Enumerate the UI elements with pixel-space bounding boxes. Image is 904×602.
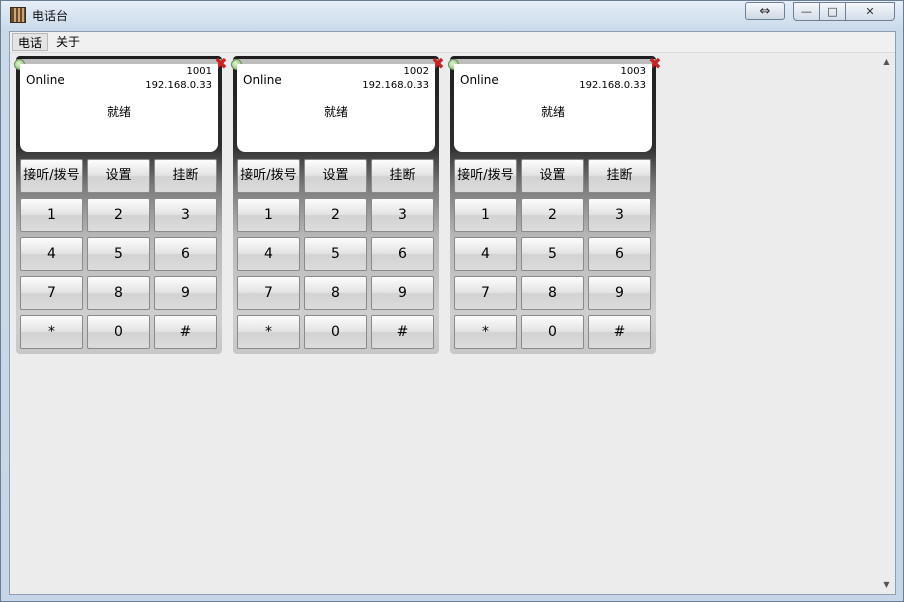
settings-button[interactable]: 设置 — [87, 159, 150, 193]
call-status: 就绪 — [323, 105, 348, 119]
keypad-key[interactable]: 2 — [521, 198, 584, 232]
client-area: 电话 关于 ▲ ▼ ✖ Online 1001 192.168.0.33 就绪 接听/拨号… — [9, 31, 896, 595]
maximize-button[interactable]: □ — [820, 2, 846, 21]
app-window: 电话台 ⇔ — □ ✕ 电话 关于 ▲ ▼ ✖ Online 1001 192.168… — [0, 0, 904, 602]
keypad-key[interactable]: 9 — [588, 276, 651, 310]
snap-restore-button[interactable]: ⇔ — [745, 2, 785, 20]
call-status: 就绪 — [106, 105, 131, 119]
answer-dial-button[interactable]: 接听/拨号 — [454, 159, 517, 193]
server-ip: 192.168.0.33 — [579, 80, 646, 91]
extension-number: 1003 — [620, 66, 646, 77]
keypad-key[interactable]: 9 — [154, 276, 217, 310]
keypad-key[interactable]: 4 — [454, 237, 517, 271]
keypad-key[interactable]: 7 — [237, 276, 300, 310]
caption-buttons: — □ ✕ — [793, 2, 897, 22]
title-bar: 电话台 ⇔ — □ ✕ — [1, 1, 903, 29]
keypad-key[interactable]: # — [154, 315, 217, 349]
phone-panel: ✖ Online 1001 192.168.0.33 就绪 接听/拨号 设置 挂断 1 2 3 4 5 6… — [14, 56, 228, 354]
phone-screen: Online 1001 192.168.0.33 就绪 — [20, 64, 218, 152]
keypad-key[interactable]: * — [20, 315, 83, 349]
hangup-button[interactable]: 挂断 — [371, 159, 434, 193]
phone-screen: Online 1002 192.168.0.33 就绪 — [237, 64, 435, 152]
keypad-key[interactable]: 4 — [237, 237, 300, 271]
keypad-key[interactable]: # — [371, 315, 434, 349]
keypad-key[interactable]: 7 — [20, 276, 83, 310]
scroll-up-icon[interactable]: ▲ — [878, 55, 895, 69]
settings-button[interactable]: 设置 — [521, 159, 584, 193]
menu-about[interactable]: 关于 — [51, 33, 85, 51]
keypad-key[interactable]: # — [588, 315, 651, 349]
call-status: 就绪 — [540, 105, 565, 119]
keypad-key[interactable]: 1 — [20, 198, 83, 232]
keypad-key[interactable]: 0 — [87, 315, 150, 349]
settings-button[interactable]: 设置 — [304, 159, 367, 193]
vertical-scrollbar[interactable]: ▲ ▼ — [878, 53, 895, 594]
menu-bar: 电话 关于 — [10, 32, 895, 53]
extension-number: 1001 — [186, 66, 212, 77]
keypad-key[interactable]: * — [237, 315, 300, 349]
registration-state: Online — [243, 73, 282, 87]
keypad-key[interactable]: * — [454, 315, 517, 349]
phone-app-icon — [10, 7, 26, 23]
phone-panel: ✖ Online 1003 192.168.0.33 就绪 接听/拨号 设置 挂断 1 2 3 4 5 6… — [448, 56, 662, 354]
keypad-key[interactable]: 6 — [588, 237, 651, 271]
keypad-key[interactable]: 5 — [87, 237, 150, 271]
server-ip: 192.168.0.33 — [362, 80, 429, 91]
keypad-key[interactable]: 7 — [454, 276, 517, 310]
keypad-key[interactable]: 6 — [371, 237, 434, 271]
keypad-key[interactable]: 8 — [521, 276, 584, 310]
keypad-key[interactable]: 5 — [304, 237, 367, 271]
menu-phone[interactable]: 电话 — [12, 33, 49, 51]
window-title: 电话台 — [32, 9, 69, 23]
minimize-button[interactable]: — — [793, 2, 820, 21]
registration-state: Online — [460, 73, 499, 87]
keypad-key[interactable]: 1 — [237, 198, 300, 232]
extension-number: 1002 — [403, 66, 429, 77]
scroll-down-icon[interactable]: ▼ — [878, 578, 895, 592]
registration-state: Online — [26, 73, 65, 87]
keypad-key[interactable]: 1 — [454, 198, 517, 232]
server-ip: 192.168.0.33 — [145, 80, 212, 91]
keypad-key[interactable]: 3 — [371, 198, 434, 232]
keypad-key[interactable]: 3 — [588, 198, 651, 232]
keypad-key[interactable]: 2 — [304, 198, 367, 232]
answer-dial-button[interactable]: 接听/拨号 — [20, 159, 83, 193]
keypad-key[interactable]: 5 — [521, 237, 584, 271]
phone-screen: Online 1003 192.168.0.33 就绪 — [454, 64, 652, 152]
keypad-key[interactable]: 6 — [154, 237, 217, 271]
phone-panel: ✖ Online 1002 192.168.0.33 就绪 接听/拨号 设置 挂断 1 2 3 4 5 6… — [231, 56, 445, 354]
answer-dial-button[interactable]: 接听/拨号 — [237, 159, 300, 193]
keypad-key[interactable]: 8 — [87, 276, 150, 310]
hangup-button[interactable]: 挂断 — [588, 159, 651, 193]
keypad-key[interactable]: 3 — [154, 198, 217, 232]
keypad-key[interactable]: 0 — [304, 315, 367, 349]
close-button[interactable]: ✕ — [846, 2, 895, 21]
keypad-key[interactable]: 9 — [371, 276, 434, 310]
keypad-key[interactable]: 0 — [521, 315, 584, 349]
hangup-button[interactable]: 挂断 — [154, 159, 217, 193]
keypad-key[interactable]: 2 — [87, 198, 150, 232]
keypad-key[interactable]: 4 — [20, 237, 83, 271]
keypad-key[interactable]: 8 — [304, 276, 367, 310]
